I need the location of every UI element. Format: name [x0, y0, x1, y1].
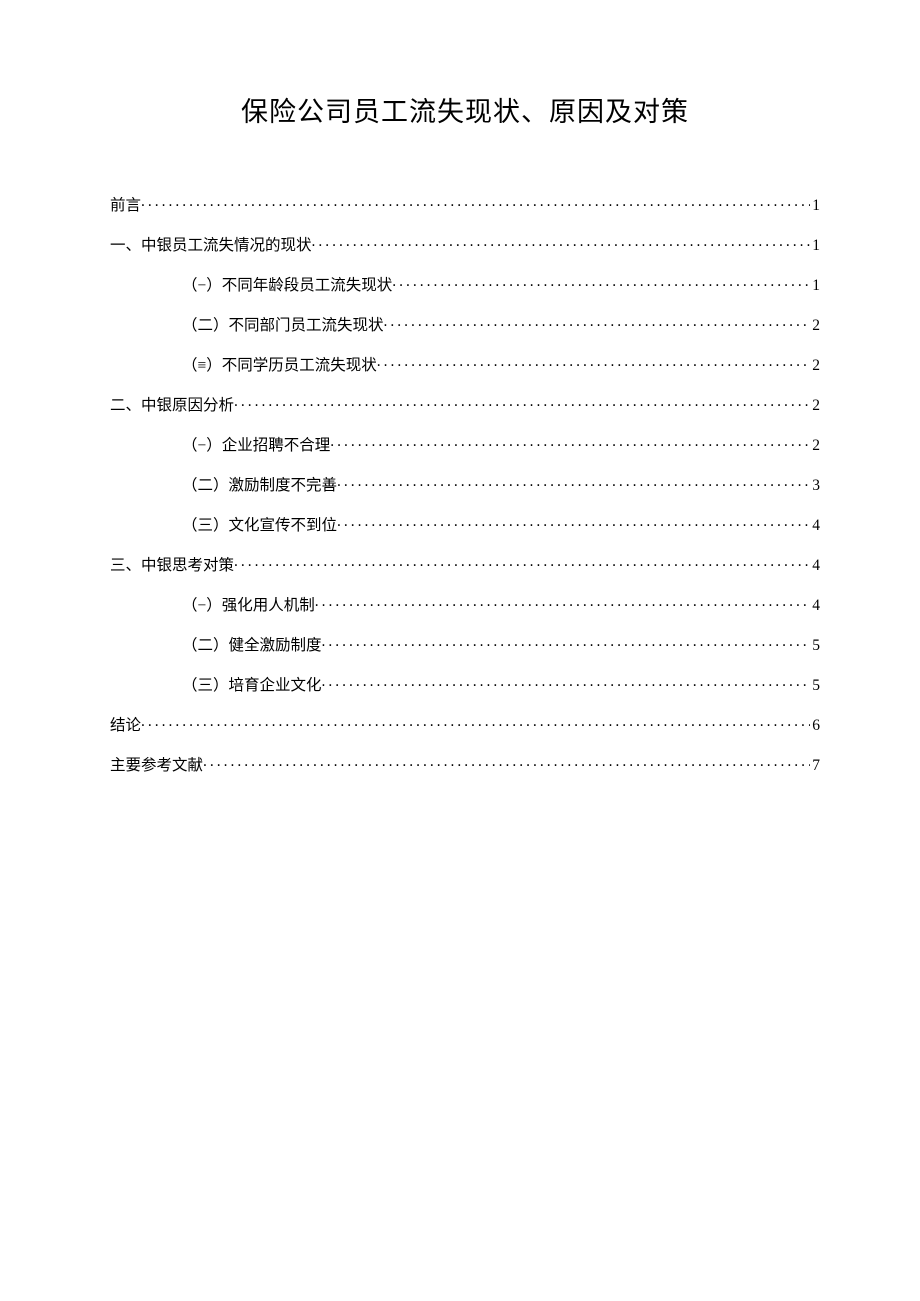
toc-entry: （−）不同年龄段员工流失现状 1 — [110, 274, 820, 293]
toc-leader-dots — [141, 714, 810, 730]
toc-entry: （三）文化宣传不到位 4 — [110, 514, 820, 533]
toc-page-number: 6 — [810, 718, 820, 734]
table-of-contents: 前言 1 一、中银员工流失情况的现状 1 （−）不同年龄段员工流失现状 1 （二… — [110, 194, 820, 773]
toc-leader-dots — [203, 754, 810, 770]
toc-leader-dots — [141, 194, 810, 210]
toc-label: （二）不同部门员工流失现状 — [182, 318, 384, 334]
toc-leader-dots — [322, 634, 811, 650]
toc-entry: （−）企业招聘不合理 2 — [110, 434, 820, 453]
toc-label: （三）培育企业文化 — [182, 678, 322, 694]
toc-page-number: 4 — [810, 598, 820, 614]
toc-label: （二）健全激励制度 — [182, 638, 322, 654]
toc-label: 前言 — [110, 198, 141, 214]
toc-label: （−）强化用人机制 — [182, 598, 315, 614]
toc-label: （≡）不同学历员工流失现状 — [182, 358, 377, 374]
toc-page-number: 2 — [810, 438, 820, 454]
toc-leader-dots — [337, 474, 810, 490]
toc-page-number: 5 — [810, 678, 820, 694]
toc-entry: （−）强化用人机制 4 — [110, 594, 820, 613]
toc-page-number: 2 — [810, 358, 820, 374]
toc-leader-dots — [337, 514, 810, 530]
toc-leader-dots — [392, 274, 810, 290]
toc-entry: 二、中银原因分析 2 — [110, 394, 820, 413]
toc-page-number: 7 — [810, 758, 820, 774]
toc-label: （三）文化宣传不到位 — [182, 518, 337, 534]
toc-label: 一、中银员工流失情况的现状 — [110, 238, 312, 254]
toc-leader-dots — [377, 354, 811, 370]
toc-entry: （二）不同部门员工流失现状 2 — [110, 314, 820, 333]
toc-leader-dots — [312, 234, 811, 250]
toc-leader-dots — [322, 674, 811, 690]
toc-entry: （二）健全激励制度 5 — [110, 634, 820, 653]
toc-label: 主要参考文献 — [110, 758, 203, 774]
toc-page-number: 4 — [810, 518, 820, 534]
toc-label: 二、中银原因分析 — [110, 398, 234, 414]
toc-label: 结论 — [110, 718, 141, 734]
toc-entry: 主要参考文献 7 — [110, 754, 820, 773]
toc-entry: 三、中银思考对策 4 — [110, 554, 820, 573]
toc-leader-dots — [384, 314, 811, 330]
toc-page-number: 5 — [810, 638, 820, 654]
toc-label: （−）不同年龄段员工流失现状 — [182, 278, 392, 294]
toc-label: （二）激励制度不完善 — [182, 478, 337, 494]
toc-entry: （三）培育企业文化 5 — [110, 674, 820, 693]
toc-leader-dots — [315, 594, 811, 610]
toc-entry: 一、中银员工流失情况的现状 1 — [110, 234, 820, 253]
toc-entry: （二）激励制度不完善 3 — [110, 474, 820, 493]
toc-page-number: 1 — [810, 238, 820, 254]
toc-leader-dots — [234, 394, 810, 410]
toc-page-number: 3 — [810, 478, 820, 494]
document-title: 保险公司员工流失现状、原因及对策 — [110, 90, 820, 129]
toc-page-number: 1 — [810, 278, 820, 294]
toc-leader-dots — [330, 434, 810, 450]
toc-leader-dots — [234, 554, 810, 570]
toc-entry: （≡）不同学历员工流失现状 2 — [110, 354, 820, 373]
toc-page-number: 2 — [810, 318, 820, 334]
toc-entry: 前言 1 — [110, 194, 820, 213]
toc-label: （−）企业招聘不合理 — [182, 438, 330, 454]
toc-page-number: 1 — [810, 198, 820, 214]
toc-page-number: 2 — [810, 398, 820, 414]
toc-entry: 结论 6 — [110, 714, 820, 733]
toc-label: 三、中银思考对策 — [110, 558, 234, 574]
toc-page-number: 4 — [810, 558, 820, 574]
